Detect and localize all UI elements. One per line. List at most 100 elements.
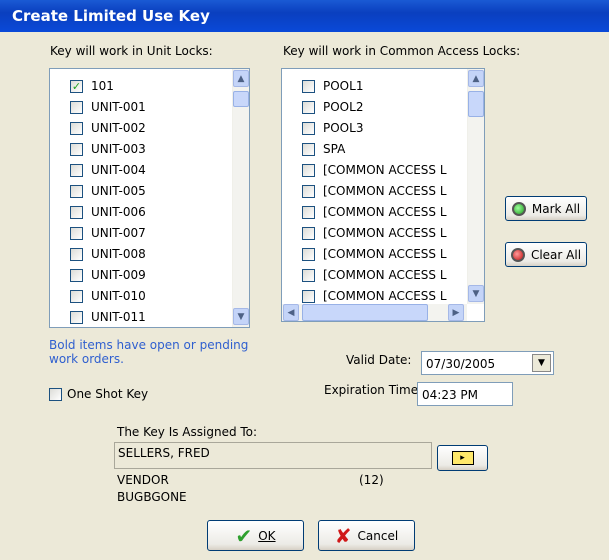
item-label: UNIT-007 xyxy=(91,226,146,240)
checkbox[interactable] xyxy=(302,121,315,135)
scroll-right-icon[interactable]: ▶ xyxy=(448,304,464,321)
checkbox[interactable] xyxy=(302,247,315,261)
scroll-thumb[interactable] xyxy=(468,91,484,117)
list-item[interactable]: UNIT-007 xyxy=(70,224,146,242)
scroll-thumb[interactable] xyxy=(302,304,428,321)
item-label: [COMMON ACCESS L xyxy=(323,226,447,240)
scroll-down-icon[interactable]: ▼ xyxy=(468,285,484,302)
list-item[interactable]: POOL3 xyxy=(302,119,363,137)
item-label: [COMMON ACCESS L xyxy=(323,184,447,198)
checkbox[interactable]: ✓ xyxy=(70,79,83,93)
list-item[interactable]: ✓ 101 xyxy=(70,77,114,95)
item-label: [COMMON ACCESS L xyxy=(323,247,447,261)
unit-locks-list[interactable]: ✓ 101 UNIT-001 UNIT-002 UNIT-003 UNIT-004 UNIT… xyxy=(49,68,250,328)
green-light-icon xyxy=(511,201,526,216)
expiration-label: Expiration Time: xyxy=(324,383,423,397)
checkbox[interactable] xyxy=(70,289,83,303)
checkbox[interactable] xyxy=(70,100,83,114)
item-label: UNIT-008 xyxy=(91,247,146,261)
ok-button[interactable]: ✔ OK xyxy=(207,520,304,551)
item-label: UNIT-002 xyxy=(91,121,146,135)
checkbox[interactable] xyxy=(70,205,83,219)
item-label: UNIT-003 xyxy=(91,142,146,156)
checkbox[interactable] xyxy=(302,100,315,114)
list-item[interactable]: UNIT-004 xyxy=(70,161,146,179)
list-item[interactable]: UNIT-008 xyxy=(70,245,146,263)
item-label: SPA xyxy=(323,142,346,156)
common-locks-list[interactable]: POOL1 POOL2 POOL3 SPA [COMMON ACCESS L [COMMO… xyxy=(281,68,485,322)
select-assignee-button[interactable]: ▸ xyxy=(437,445,488,471)
item-label: POOL3 xyxy=(323,121,364,135)
checkbox-box[interactable] xyxy=(49,387,62,401)
item-label: UNIT-001 xyxy=(91,100,146,114)
list-item[interactable]: [COMMON ACCESS L xyxy=(302,182,447,200)
item-label: UNIT-010 xyxy=(91,289,146,303)
list-item[interactable]: [COMMON ACCESS L xyxy=(302,224,447,242)
checkbox[interactable] xyxy=(302,268,315,282)
mark-all-button[interactable]: Mark All xyxy=(505,196,587,221)
list-item[interactable]: POOL2 xyxy=(302,98,363,116)
list-item[interactable]: UNIT-011 xyxy=(70,308,146,326)
scroll-up-icon[interactable]: ▲ xyxy=(468,70,484,87)
list-item[interactable]: [COMMON ACCESS L xyxy=(302,287,447,305)
checkbox[interactable] xyxy=(302,163,315,177)
item-label: [COMMON ACCESS L xyxy=(323,268,447,282)
horizontal-scrollbar[interactable]: ◀ ▶ xyxy=(282,304,467,321)
common-locks-label: Key will work in Common Access Locks: xyxy=(283,44,521,58)
assigned-label: The Key Is Assigned To: xyxy=(117,425,258,439)
list-item[interactable]: UNIT-005 xyxy=(70,182,146,200)
scroll-down-icon[interactable]: ▼ xyxy=(233,308,249,325)
checkbox[interactable] xyxy=(70,310,83,324)
expiration-value: 04:23 PM xyxy=(422,388,478,402)
checkbox[interactable] xyxy=(70,121,83,135)
list-item[interactable]: UNIT-002 xyxy=(70,119,146,137)
checkbox[interactable] xyxy=(70,247,83,261)
list-item[interactable]: [COMMON ACCESS L xyxy=(302,266,447,284)
scroll-up-icon[interactable]: ▲ xyxy=(233,70,249,87)
list-item[interactable]: UNIT-010 xyxy=(70,287,146,305)
clear-all-label: Clear All xyxy=(530,247,582,262)
clear-all-button[interactable]: Clear All xyxy=(505,242,587,267)
common-locks-scrollbar[interactable]: ▲ ▼ xyxy=(467,69,484,304)
checkbox[interactable] xyxy=(302,226,315,240)
list-item[interactable]: [COMMON ACCESS L xyxy=(302,203,447,221)
valid-date-value: 07/30/2005 xyxy=(426,357,496,371)
scroll-thumb[interactable] xyxy=(233,91,249,107)
calendar-dropdown-icon[interactable]: ▼ xyxy=(532,354,551,372)
list-item[interactable]: UNIT-009 xyxy=(70,266,146,284)
list-item[interactable]: SPA xyxy=(302,140,345,158)
checkbox[interactable] xyxy=(70,268,83,282)
list-item[interactable]: UNIT-003 xyxy=(70,140,146,158)
checkbox[interactable] xyxy=(70,184,83,198)
checkbox[interactable] xyxy=(302,205,315,219)
unit-locks-scrollbar[interactable]: ▲ ▼ xyxy=(232,69,249,327)
one-shot-checkbox[interactable]: One Shot Key xyxy=(49,387,148,401)
checkbox[interactable] xyxy=(302,142,315,156)
scroll-left-icon[interactable]: ◀ xyxy=(283,304,299,321)
checkbox[interactable] xyxy=(70,163,83,177)
item-label: [COMMON ACCESS L xyxy=(323,205,447,219)
item-label: UNIT-009 xyxy=(91,268,146,282)
checkbox[interactable] xyxy=(302,184,315,198)
mark-all-label: Mark All xyxy=(531,201,581,216)
note-line-2: work orders. xyxy=(49,352,124,366)
expiration-field[interactable]: 04:23 PM xyxy=(417,382,513,406)
ok-label: OK xyxy=(258,528,276,543)
unit-locks-label: Key will work in Unit Locks: xyxy=(50,44,213,58)
checkbox[interactable] xyxy=(70,226,83,240)
list-item[interactable]: POOL1 xyxy=(302,77,363,95)
valid-date-field[interactable]: 07/30/2005 ▼ xyxy=(421,351,554,375)
item-label: POOL1 xyxy=(323,79,364,93)
one-shot-label: One Shot Key xyxy=(67,387,149,401)
list-item[interactable]: UNIT-001 xyxy=(70,98,146,116)
list-item[interactable]: UNIT-006 xyxy=(70,203,146,221)
checkbox[interactable] xyxy=(302,289,315,303)
checkbox[interactable] xyxy=(302,79,315,93)
checkbox[interactable] xyxy=(70,142,83,156)
list-item[interactable]: [COMMON ACCESS L xyxy=(302,245,447,263)
red-light-icon xyxy=(510,247,525,262)
cancel-button[interactable]: ✘ Cancel xyxy=(318,520,415,551)
list-item[interactable]: [COMMON ACCESS L xyxy=(302,161,447,179)
x-icon: ✘ xyxy=(334,523,352,548)
assigned-type: VENDOR xyxy=(117,473,169,487)
